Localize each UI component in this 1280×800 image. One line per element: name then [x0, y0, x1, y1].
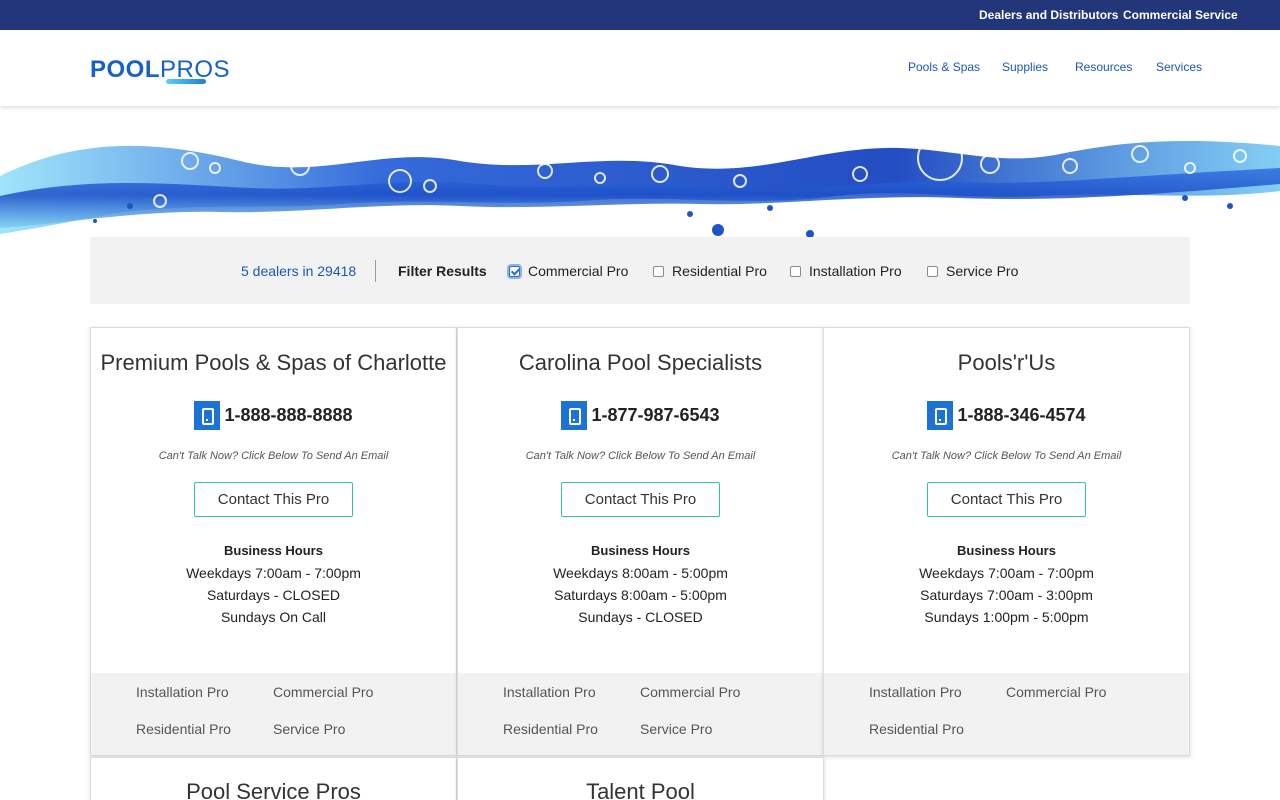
checkbox-icon[interactable] [927, 266, 938, 277]
dealer-tag: Installation Pro [869, 684, 962, 700]
phone-icon [194, 401, 221, 430]
contact-pro-button[interactable]: Contact This Pro [194, 482, 353, 517]
phone-icon [927, 401, 954, 430]
water-splash-icon [0, 135, 1280, 238]
contact-pro-button[interactable]: Contact This Pro [927, 482, 1086, 517]
dealer-phone-row[interactable]: 1-888-888-8888 [91, 401, 456, 430]
dealer-card: Pool Service Pros [90, 757, 457, 800]
filter-installation-pro[interactable]: Installation Pro [790, 263, 902, 279]
site-header: POOLPROS Pools & Spas Supplies Resources… [0, 30, 1280, 106]
dealer-tags: Installation Pro Commercial Pro Resident… [458, 673, 823, 755]
dealer-tag: Installation Pro [136, 684, 229, 700]
dealer-phone[interactable]: 1-888-346-4574 [957, 405, 1085, 426]
checkbox-checked-icon[interactable] [509, 266, 520, 277]
water-splash-banner [0, 106, 1280, 241]
hours-line: Weekdays 8:00am - 5:00pm [553, 565, 728, 581]
dealer-card: Pools'r'Us 1-888-346-4574 Can't Talk Now… [823, 327, 1190, 756]
dealer-card: Premium Pools & Spas of Charlotte 1-888-… [90, 327, 457, 756]
email-cta-note: Can't Talk Now? Click Below To Send An E… [158, 450, 389, 462]
dealer-tag: Service Pro [640, 721, 713, 737]
hours-line: Sundays 1:00pm - 5:00pm [924, 609, 1089, 625]
dealer-phone-row[interactable]: 1-877-987-6543 [458, 401, 823, 430]
commercial-service-link[interactable]: Commercial Service [1123, 8, 1238, 22]
dealer-tag: Commercial Pro [640, 684, 741, 700]
dealer-card: Carolina Pool Specialists 1-877-987-6543… [457, 327, 824, 756]
filter-commercial-pro[interactable]: Commercial Pro [509, 263, 628, 279]
filter-bar: 5 dealers in 29418 Filter Results Commer… [90, 237, 1190, 304]
email-cta-note: Can't Talk Now? Click Below To Send An E… [525, 450, 756, 462]
hours-line: Saturdays - CLOSED [206, 587, 341, 603]
hours-line: Sundays - CLOSED [578, 609, 703, 625]
filter-option-label: Residential Pro [672, 263, 767, 279]
email-cta-note: Can't Talk Now? Click Below To Send An E… [891, 450, 1122, 462]
nav-resources[interactable]: Resources [1075, 60, 1132, 74]
hours-line: Saturdays 7:00am - 3:00pm [920, 587, 1093, 603]
hours-line: Weekdays 7:00am - 7:00pm [186, 565, 361, 581]
dealer-name: Pool Service Pros [186, 779, 361, 800]
dealer-tag: Residential Pro [869, 721, 964, 737]
dealer-count-link[interactable]: 5 dealers in 29418 [241, 263, 356, 279]
hours-line: Weekdays 7:00am - 7:00pm [919, 565, 1094, 581]
nav-supplies[interactable]: Supplies [1002, 60, 1048, 74]
business-hours-title: Business Hours [957, 543, 1056, 558]
business-hours-title: Business Hours [224, 543, 323, 558]
nav-pools-spas[interactable]: Pools & Spas [908, 60, 980, 74]
hours-line: Sundays On Call [220, 609, 327, 625]
contact-pro-button[interactable]: Contact This Pro [561, 482, 720, 517]
filter-option-label: Service Pro [946, 263, 1019, 279]
checkbox-icon[interactable] [653, 266, 664, 277]
phone-icon [561, 401, 588, 430]
filter-option-label: Installation Pro [809, 263, 902, 279]
poolpros-logo[interactable]: POOLPROS [90, 56, 230, 84]
dealer-phone-row[interactable]: 1-888-346-4574 [824, 401, 1189, 430]
dealer-tag: Residential Pro [136, 721, 231, 737]
dealer-phone[interactable]: 1-888-888-8888 [224, 405, 352, 426]
dealer-name: Talent Pool [586, 779, 695, 800]
dealer-tag: Service Pro [273, 721, 346, 737]
dealer-tag: Commercial Pro [1006, 684, 1107, 700]
dealer-tag: Residential Pro [503, 721, 598, 737]
checkbox-icon[interactable] [790, 266, 801, 277]
filter-results-label: Filter Results [398, 263, 487, 279]
logo-swoosh-icon [166, 79, 206, 84]
dealer-tag: Installation Pro [503, 684, 596, 700]
filter-divider [375, 260, 376, 282]
dealers-distributors-link[interactable]: Dealers and Distributors [979, 8, 1118, 22]
hours-line: Saturdays 8:00am - 5:00pm [554, 587, 727, 603]
dealer-card: Talent Pool [457, 757, 824, 800]
dealer-phone[interactable]: 1-877-987-6543 [591, 405, 719, 426]
logo-pool-text: POOL [90, 56, 161, 83]
dealer-tag: Commercial Pro [273, 684, 374, 700]
dealer-name: Carolina Pool Specialists [518, 350, 763, 375]
dealer-tags: Installation Pro Commercial Pro Resident… [91, 673, 456, 755]
filter-service-pro[interactable]: Service Pro [927, 263, 1018, 279]
dealer-name: Pools'r'Us [957, 350, 1056, 375]
business-hours-title: Business Hours [591, 543, 690, 558]
top-utility-bar: Dealers and Distributors Commercial Serv… [0, 0, 1280, 30]
filter-residential-pro[interactable]: Residential Pro [653, 263, 767, 279]
nav-services[interactable]: Services [1156, 60, 1202, 74]
dealer-tags: Installation Pro Commercial Pro Resident… [824, 673, 1189, 755]
filter-option-label: Commercial Pro [528, 263, 629, 279]
dealer-name: Premium Pools & Spas of Charlotte [100, 350, 447, 375]
